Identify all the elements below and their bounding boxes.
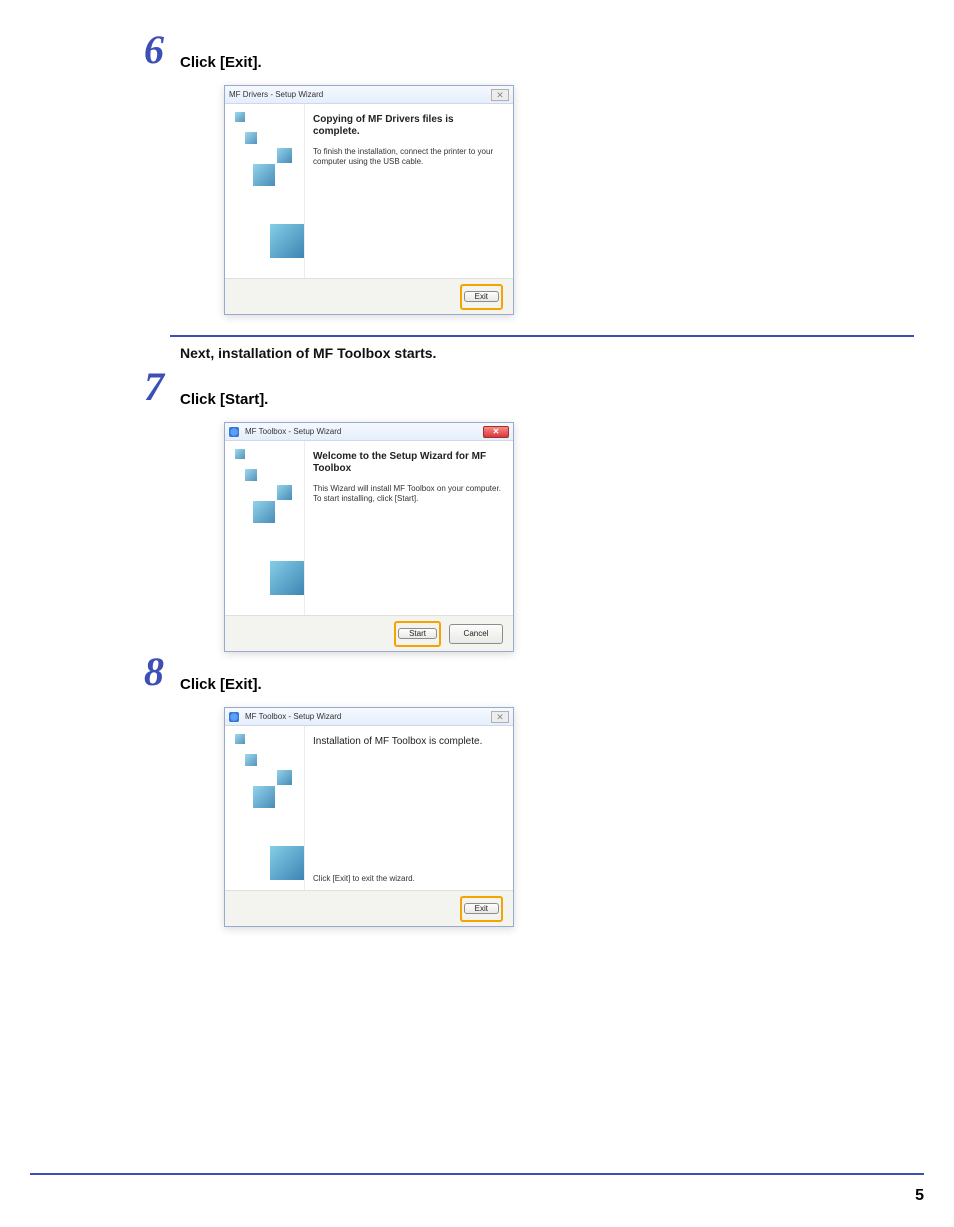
dialog-button-row: Exit (225, 278, 513, 314)
step-number: 6 (144, 26, 164, 73)
inter-text: Next, installation of MF Toolbox starts. (180, 345, 924, 361)
dialog-mf-drivers-complete: MF Drivers - Setup Wizard ✕ Copying of M… (224, 85, 514, 315)
start-button[interactable]: Start (398, 628, 437, 639)
dialog-title: MF Toolbox - Setup Wizard (245, 712, 341, 721)
dialog-heading: Installation of MF Toolbox is complete. (313, 736, 503, 748)
step-title: Click [Start]. (180, 387, 924, 408)
dialog-body: Welcome to the Setup Wizard for MF Toolb… (225, 441, 513, 615)
step-number: 8 (144, 648, 164, 695)
close-icon[interactable]: ✕ (491, 711, 509, 723)
dialog-body-text: To finish the installation, connect the … (313, 147, 503, 167)
dialog-titlebar: MF Toolbox - Setup Wizard ✕ (225, 708, 513, 726)
step-6: 6 Click [Exit]. MF Drivers - Setup Wizar… (180, 50, 924, 315)
wizard-art (225, 104, 305, 278)
step-title: Click [Exit]. (180, 50, 924, 71)
dialog-titlebar: MF Drivers - Setup Wizard ✕ (225, 86, 513, 104)
dialog-heading: Welcome to the Setup Wizard for MF Toolb… (313, 451, 503, 474)
highlight-exit: Exit (460, 896, 503, 922)
highlight-start: Start (394, 621, 441, 647)
dialog-bottom-text: Click [Exit] to exit the wizard. (313, 874, 503, 884)
app-icon (229, 712, 239, 722)
page-number: 5 (915, 1187, 924, 1205)
dialog-button-row: Start Cancel (225, 615, 513, 651)
dialog-titlebar: MF Toolbox - Setup Wizard ✕ (225, 423, 513, 441)
exit-button[interactable]: Exit (464, 903, 499, 914)
dialog-body: Installation of MF Toolbox is complete. … (225, 726, 513, 890)
dialog-title: MF Drivers - Setup Wizard (229, 90, 323, 99)
section-divider (170, 335, 914, 337)
dialog-heading: Copying of MF Drivers files is complete. (313, 114, 503, 137)
step-7: 7 Click [Start]. MF Toolbox - Setup Wiza… (180, 387, 924, 652)
app-icon (229, 427, 239, 437)
cancel-button[interactable]: Cancel (449, 624, 503, 644)
close-icon[interactable]: ✕ (483, 426, 509, 438)
dialog-body: Copying of MF Drivers files is complete.… (225, 104, 513, 278)
step-title: Click [Exit]. (180, 672, 924, 693)
step-8: 8 Click [Exit]. MF Toolbox - Setup Wizar… (180, 672, 924, 927)
wizard-art (225, 441, 305, 615)
dialog-mf-toolbox-welcome: MF Toolbox - Setup Wizard ✕ Welcome to t… (224, 422, 514, 652)
step-number: 7 (144, 363, 164, 410)
dialog-button-row: Exit (225, 890, 513, 926)
highlight-exit: Exit (460, 284, 503, 310)
close-icon[interactable]: ✕ (491, 89, 509, 101)
exit-button[interactable]: Exit (464, 291, 499, 302)
dialog-title: MF Toolbox - Setup Wizard (245, 427, 341, 436)
dialog-mf-toolbox-complete: MF Toolbox - Setup Wizard ✕ Installation… (224, 707, 514, 927)
dialog-body-text: This Wizard will install MF Toolbox on y… (313, 484, 503, 504)
page-footer-rule (30, 1173, 924, 1175)
wizard-art (225, 726, 305, 890)
